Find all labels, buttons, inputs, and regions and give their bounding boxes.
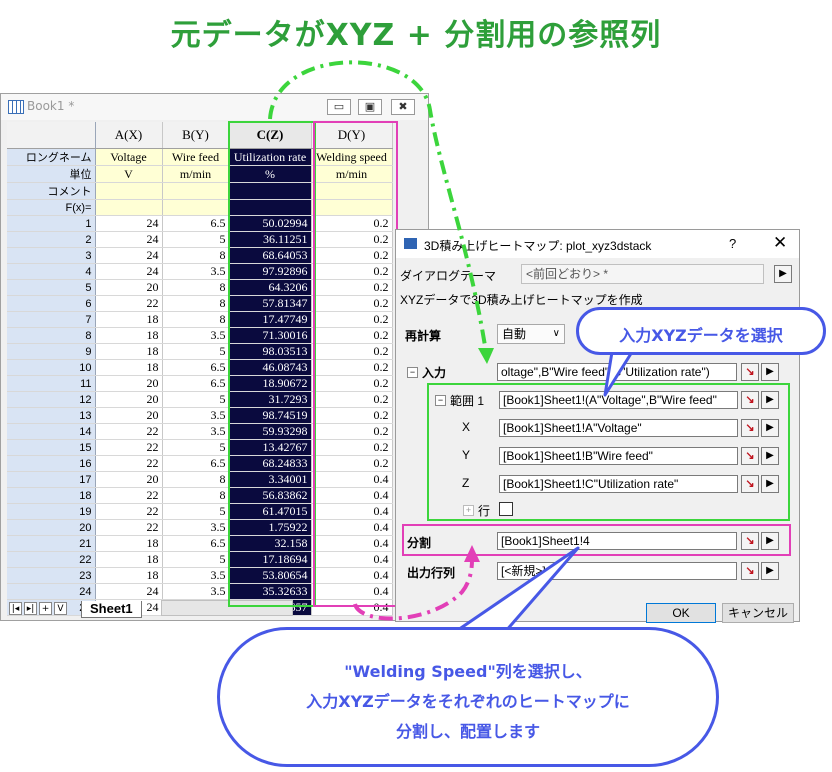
split-callout-line1: "Welding Speed"列を選択し、 (344, 662, 592, 681)
pink-arrow-path (353, 559, 474, 621)
select-xyz-callout: 入力XYZデータを選択 (576, 307, 826, 355)
callout1-tail (603, 350, 634, 397)
split-callout-line2: 入力XYZデータをそれぞれのヒートマップに (306, 692, 630, 711)
green-arrowhead-icon (478, 348, 494, 364)
split-callout: "Welding Speed"列を選択し、 入力XYZデータをそれぞれのヒートマ… (217, 627, 719, 767)
select-xyz-callout-text: 入力XYZデータを選択 (619, 326, 783, 345)
pink-arrowhead-icon (464, 545, 480, 562)
split-callout-line3: 分割し、配置します (395, 722, 540, 741)
green-arrow-path (268, 60, 488, 353)
